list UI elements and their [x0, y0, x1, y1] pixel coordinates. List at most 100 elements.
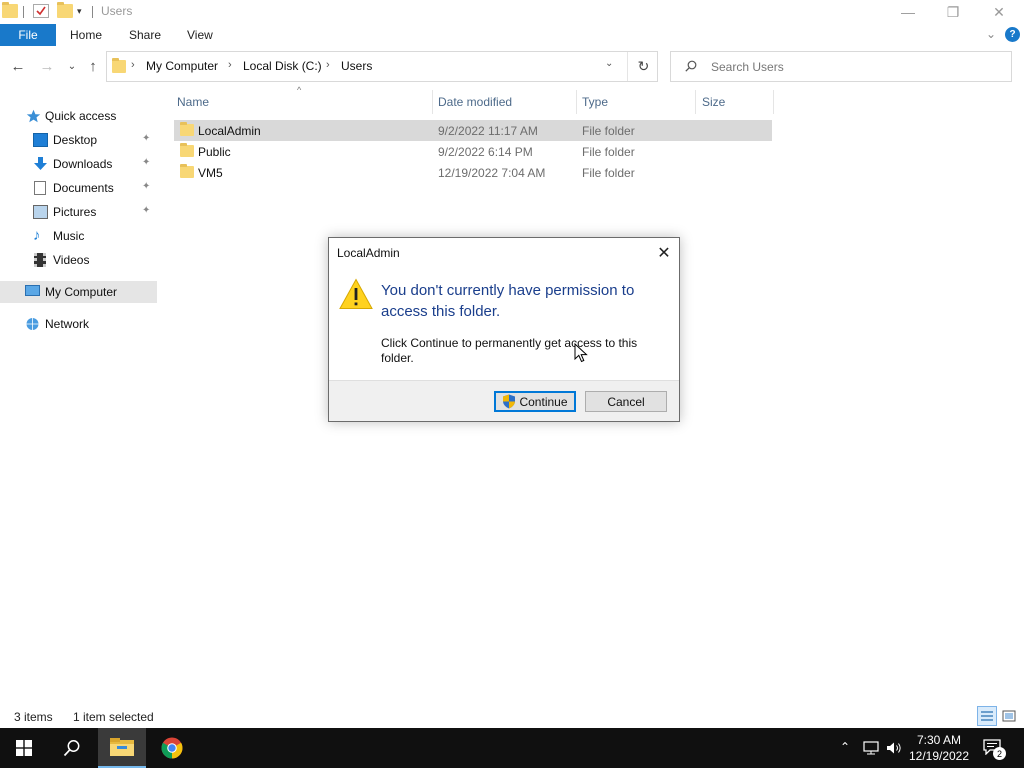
- forward-button[interactable]: →: [37, 56, 57, 76]
- file-name: Public: [198, 145, 231, 159]
- pictures-icon: [33, 205, 48, 219]
- expand-ribbon-icon[interactable]: ⌄: [986, 27, 996, 41]
- download-icon: [34, 157, 47, 170]
- start-button[interactable]: [0, 728, 48, 768]
- file-explorer-icon: [110, 738, 134, 756]
- folder-icon: [180, 143, 194, 157]
- dialog-close-button[interactable]: ✕: [655, 244, 673, 262]
- file-date: 9/2/2022 11:17 AM: [438, 124, 538, 138]
- sidebar-item-pictures[interactable]: Pictures ✦: [0, 201, 157, 223]
- up-button[interactable]: ↑: [83, 56, 103, 76]
- navigation-bar: ← → ⌄ ↑ › My Computer › Local Disk (C:) …: [0, 46, 1024, 88]
- dialog-message: You don't currently have permission to a…: [381, 282, 635, 320]
- divider: [23, 6, 24, 18]
- computer-icon: [25, 285, 40, 296]
- column-divider[interactable]: [773, 90, 774, 114]
- sidebar-item-videos[interactable]: Videos: [0, 249, 157, 271]
- item-count: 3 items: [14, 710, 53, 724]
- sidebar-item-label: Music: [53, 229, 85, 243]
- permission-dialog: LocalAdmin ✕ You don't currently have pe…: [328, 237, 680, 422]
- continue-button[interactable]: Continue: [494, 391, 576, 412]
- sidebar-item-music[interactable]: ♪ Music: [0, 225, 157, 247]
- recent-locations-button[interactable]: ⌄: [62, 56, 82, 76]
- search-input[interactable]: Search Users: [670, 51, 1012, 82]
- column-header-size[interactable]: Size: [702, 95, 725, 109]
- refresh-button[interactable]: ↻: [627, 52, 659, 81]
- column-divider[interactable]: [695, 90, 696, 114]
- column-header-type[interactable]: Type: [582, 95, 608, 109]
- details-view-icon: [981, 711, 993, 721]
- file-explorer-taskbar-button[interactable]: [98, 728, 146, 768]
- sidebar-item-label: Network: [45, 317, 90, 331]
- network-tray-icon[interactable]: [863, 741, 879, 755]
- file-name: LocalAdmin: [198, 124, 261, 138]
- tab-view[interactable]: View: [187, 28, 213, 42]
- selection-count: 1 item selected: [73, 710, 154, 724]
- breadcrumb-users[interactable]: Users: [341, 59, 372, 73]
- dialog-detail: Click Continue to permanently get access…: [381, 336, 638, 365]
- table-row[interactable]: Public 9/2/2022 6:14 PM File folder: [174, 141, 772, 162]
- customize-qat-icon[interactable]: ▾: [77, 6, 82, 17]
- network-icon: [26, 318, 39, 330]
- tab-home[interactable]: Home: [70, 28, 102, 42]
- pin-icon: ✦: [142, 133, 151, 144]
- clock-date: 12/19/2022: [908, 749, 970, 763]
- column-header-date[interactable]: Date modified: [438, 95, 512, 109]
- column-header-name[interactable]: Name: [177, 95, 209, 109]
- folder-icon: [180, 122, 194, 136]
- dialog-title: LocalAdmin: [337, 246, 400, 260]
- clock[interactable]: 7:30 AM 12/19/2022: [902, 732, 976, 764]
- properties-icon[interactable]: [33, 4, 49, 18]
- sidebar-item-downloads[interactable]: Downloads ✦: [0, 153, 157, 175]
- help-icon[interactable]: ?: [1005, 27, 1020, 42]
- continue-label: Continue: [519, 394, 568, 409]
- table-row[interactable]: LocalAdmin 9/2/2022 11:17 AM File folder: [174, 120, 772, 141]
- sidebar-item-label: Quick access: [45, 109, 117, 123]
- file-date: 9/2/2022 6:14 PM: [438, 145, 533, 159]
- column-divider[interactable]: [576, 90, 577, 114]
- breadcrumb-local-disk[interactable]: Local Disk (C:): [243, 59, 322, 73]
- sidebar-item-network[interactable]: Network: [0, 313, 157, 335]
- clock-time: 7:30 AM: [916, 733, 962, 747]
- sidebar-item-documents[interactable]: Documents ✦: [0, 177, 157, 199]
- sidebar-item-my-computer[interactable]: My Computer: [0, 281, 157, 303]
- close-button[interactable]: ✕: [976, 0, 1022, 24]
- tab-share[interactable]: Share: [129, 28, 161, 42]
- search-icon: [63, 740, 80, 757]
- star-icon: [26, 109, 41, 123]
- action-center-button[interactable]: 2: [983, 739, 1006, 760]
- show-hidden-icons-button[interactable]: ⌃: [840, 740, 850, 754]
- notification-badge: 2: [993, 747, 1006, 760]
- cancel-button[interactable]: Cancel: [585, 391, 667, 412]
- back-button[interactable]: ←: [8, 56, 28, 76]
- details-view-button[interactable]: [977, 706, 997, 726]
- search-button[interactable]: [48, 728, 96, 768]
- desktop-icon: [33, 133, 48, 147]
- address-dropdown-icon[interactable]: ⌄: [605, 58, 621, 69]
- breadcrumb-separator[interactable]: ›: [131, 59, 135, 71]
- file-type: File folder: [582, 124, 635, 138]
- sidebar-item-label: My Computer: [45, 285, 118, 299]
- ribbon-tabs: File Home Share View ⌄ ?: [0, 24, 1024, 46]
- window-title: Users: [101, 4, 133, 18]
- breadcrumb-separator[interactable]: ›: [326, 59, 330, 71]
- sidebar-item-label: Videos: [53, 253, 90, 267]
- chrome-taskbar-button[interactable]: [148, 728, 196, 768]
- video-icon: [34, 253, 46, 267]
- taskbar: ⌃ 7:30 AM 12/19/2022 2: [0, 728, 1024, 768]
- table-row[interactable]: VM5 12/19/2022 7:04 AM File folder: [174, 162, 772, 183]
- column-divider[interactable]: [432, 90, 433, 114]
- address-bar[interactable]: › My Computer › Local Disk (C:) › Users …: [106, 51, 658, 82]
- large-icons-view-button[interactable]: [999, 706, 1019, 726]
- restore-button[interactable]: ❐: [930, 0, 976, 24]
- sidebar-item-quick-access[interactable]: Quick access: [0, 105, 157, 127]
- tab-file[interactable]: File: [0, 24, 56, 46]
- minimize-button[interactable]: —: [885, 0, 931, 24]
- volume-icon[interactable]: [886, 741, 902, 755]
- dialog-footer: Continue Cancel: [329, 380, 679, 421]
- new-folder-icon[interactable]: [57, 2, 73, 18]
- breadcrumb-separator[interactable]: ›: [228, 59, 232, 71]
- sidebar-item-desktop[interactable]: Desktop ✦: [0, 129, 157, 151]
- status-bar: 3 items 1 item selected: [0, 706, 1024, 728]
- breadcrumb-my-computer[interactable]: My Computer: [146, 59, 218, 73]
